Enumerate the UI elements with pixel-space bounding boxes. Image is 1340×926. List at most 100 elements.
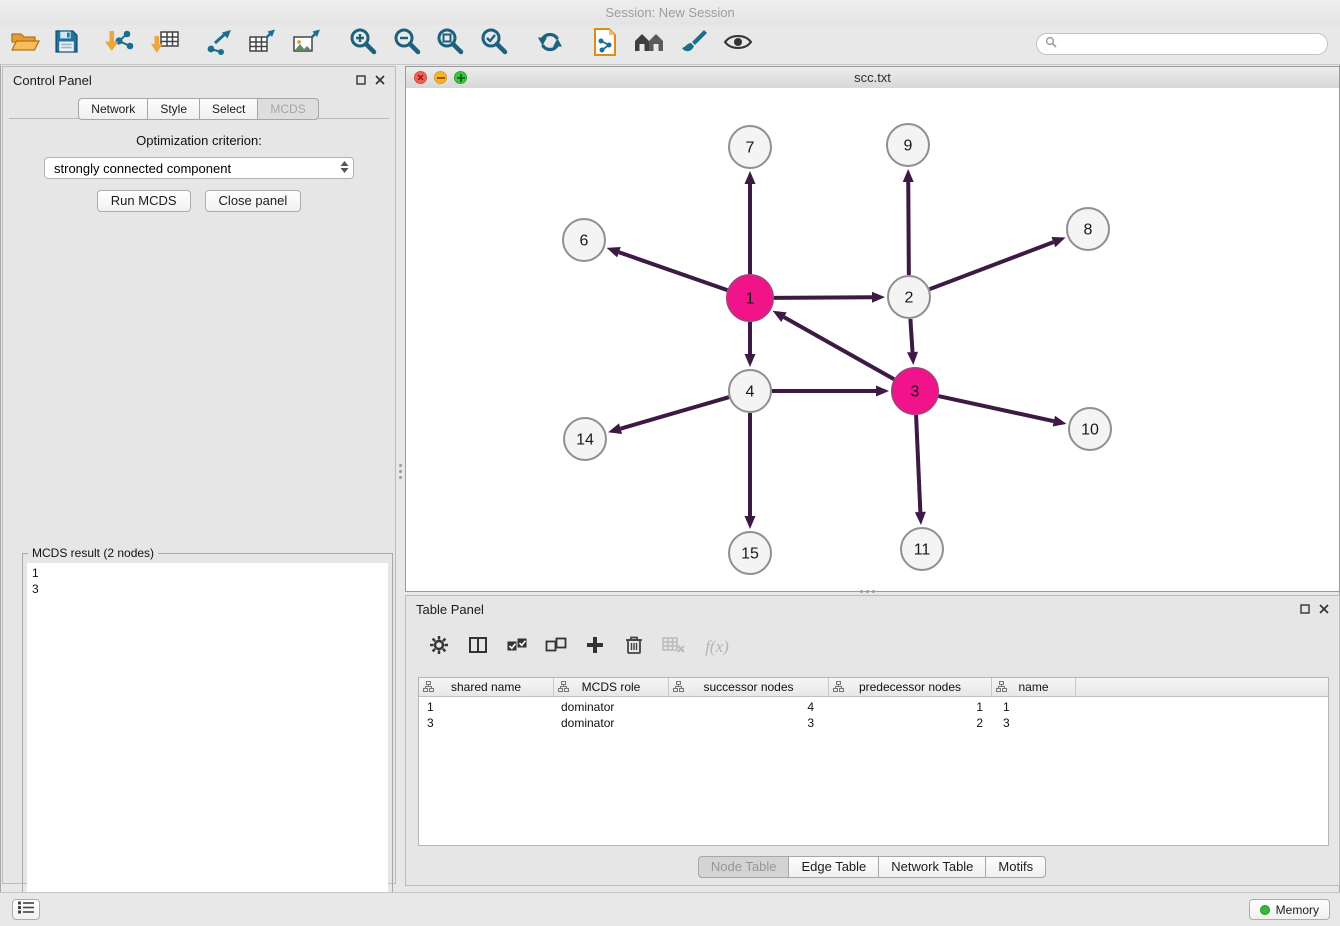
- graph-node-14[interactable]: 14: [564, 418, 606, 460]
- window-title: Session: New Session: [605, 5, 734, 20]
- tab-network[interactable]: Network: [78, 98, 148, 120]
- svg-text:10: 10: [1081, 422, 1099, 439]
- tab-edge-table[interactable]: Edge Table: [788, 856, 879, 878]
- run-mcds-button[interactable]: Run MCDS: [97, 190, 191, 212]
- zoom-out-button[interactable]: [388, 27, 426, 61]
- graph-node-9[interactable]: 9: [887, 124, 929, 166]
- graph-edge-1-7[interactable]: [745, 171, 756, 274]
- tab-select[interactable]: Select: [199, 98, 258, 120]
- column-header-mcds-role[interactable]: MCDS role: [554, 678, 669, 696]
- graph-edge-2-8[interactable]: [930, 237, 1066, 289]
- network-document-icon: [592, 27, 618, 62]
- import-network-icon: [104, 28, 134, 61]
- float-panel-icon[interactable]: [356, 75, 366, 85]
- zoom-selected-button[interactable]: [475, 27, 513, 61]
- network-canvas[interactable]: 7 9 6 8 1 2 4 3 14 10 15 11: [406, 88, 1339, 591]
- export-table-button[interactable]: [243, 27, 281, 61]
- close-table-panel-icon[interactable]: [1319, 604, 1329, 614]
- refresh-icon: [536, 28, 564, 61]
- import-table-icon: [151, 28, 181, 61]
- show-column-button[interactable]: [467, 635, 489, 660]
- svg-text:6: 6: [580, 233, 589, 250]
- zoom-fit-icon: [435, 27, 465, 62]
- tab-network-table[interactable]: Network Table: [878, 856, 986, 878]
- graph-edge-3-1[interactable]: [773, 311, 894, 379]
- table-header-row: shared name MCDS role: [419, 678, 1328, 697]
- network-database-button[interactable]: [586, 27, 624, 61]
- first-neighbors-button[interactable]: [630, 27, 668, 61]
- graph-node-1[interactable]: 1: [727, 275, 773, 321]
- graph-edge-4-14[interactable]: [608, 397, 729, 434]
- close-panel-button[interactable]: Close panel: [205, 190, 302, 212]
- graph-node-6[interactable]: 6: [563, 219, 605, 261]
- graph-node-2[interactable]: 2: [888, 276, 930, 318]
- float-table-panel-icon[interactable]: [1300, 604, 1310, 614]
- vertical-splitter[interactable]: [399, 464, 402, 479]
- minimize-window-button[interactable]: [434, 71, 447, 84]
- column-header-name[interactable]: name: [992, 678, 1076, 696]
- table-cell: 1: [829, 699, 992, 715]
- close-panel-icon[interactable]: [375, 75, 385, 85]
- memory-button[interactable]: Memory: [1249, 899, 1330, 920]
- table-row[interactable]: 3dominator323: [419, 715, 1328, 731]
- graph-node-8[interactable]: 8: [1067, 208, 1109, 250]
- graph-edge-2-9[interactable]: [903, 169, 914, 275]
- horizontal-splitter[interactable]: [860, 590, 875, 593]
- export-image-button[interactable]: [287, 27, 325, 61]
- select-all-columns-button[interactable]: [506, 635, 528, 660]
- houses-icon: [632, 29, 666, 60]
- tab-node-table[interactable]: Node Table: [698, 856, 790, 878]
- graph-node-10[interactable]: 10: [1069, 408, 1111, 450]
- main-toolbar: [0, 25, 1340, 65]
- save-session-button[interactable]: [47, 27, 85, 61]
- zoom-fit-button[interactable]: [431, 27, 469, 61]
- graph-edge-2-3[interactable]: [907, 319, 918, 365]
- export-network-button[interactable]: [200, 27, 238, 61]
- graphics-details-button[interactable]: [719, 27, 757, 61]
- deselect-all-columns-button[interactable]: [545, 635, 567, 660]
- export-network-icon: [204, 28, 234, 61]
- import-table-button[interactable]: [147, 27, 185, 61]
- column-header-predecessor-nodes[interactable]: predecessor nodes: [829, 678, 992, 696]
- graph-edge-1-2[interactable]: [774, 292, 885, 303]
- graph-node-3[interactable]: 3: [892, 368, 938, 414]
- graph-edge-4-15[interactable]: [745, 413, 756, 529]
- graph-edge-1-6[interactable]: [607, 247, 728, 290]
- graph-edge-1-4[interactable]: [745, 322, 756, 367]
- refresh-button[interactable]: [531, 27, 569, 61]
- column-header-successor-nodes[interactable]: successor nodes: [669, 678, 829, 696]
- function-builder-button[interactable]: f(x): [701, 637, 733, 657]
- tab-style[interactable]: Style: [147, 98, 200, 120]
- table-row[interactable]: 1dominator411: [419, 699, 1328, 715]
- table-settings-button[interactable]: [428, 635, 450, 660]
- eye-icon: [723, 32, 753, 57]
- table-panel: Table Panel: [405, 595, 1340, 886]
- tab-motifs[interactable]: Motifs: [985, 856, 1046, 878]
- delete-table-button[interactable]: [662, 636, 684, 659]
- open-session-button[interactable]: [6, 27, 44, 61]
- zoom-window-button[interactable]: [454, 71, 467, 84]
- svg-text:2: 2: [905, 290, 914, 307]
- save-icon: [54, 29, 79, 59]
- graph-node-11[interactable]: 11: [901, 528, 943, 570]
- create-column-button[interactable]: [584, 635, 606, 660]
- show-panels-button[interactable]: [12, 899, 40, 920]
- delete-column-button[interactable]: [623, 635, 645, 660]
- tab-mcds[interactable]: MCDS: [257, 98, 318, 120]
- graph-edge-3-10[interactable]: [938, 396, 1066, 426]
- column-header-shared-name[interactable]: shared name: [419, 678, 554, 696]
- zoom-in-button[interactable]: [344, 27, 382, 61]
- import-network-button[interactable]: [100, 27, 138, 61]
- graph-node-7[interactable]: 7: [729, 126, 771, 168]
- search-input[interactable]: [1062, 36, 1319, 52]
- graph-node-4[interactable]: 4: [729, 370, 771, 412]
- mcds-result-text[interactable]: 1 3: [27, 563, 388, 925]
- graph-edge-4-3[interactable]: [772, 386, 889, 397]
- svg-text:1: 1: [746, 291, 755, 308]
- window-controls: [414, 71, 467, 84]
- criterion-select[interactable]: strongly connected component: [44, 157, 354, 179]
- graph-edge-3-11[interactable]: [915, 415, 926, 525]
- close-window-button[interactable]: [414, 71, 427, 84]
- format-brush-button[interactable]: [674, 27, 712, 61]
- graph-node-15[interactable]: 15: [729, 532, 771, 574]
